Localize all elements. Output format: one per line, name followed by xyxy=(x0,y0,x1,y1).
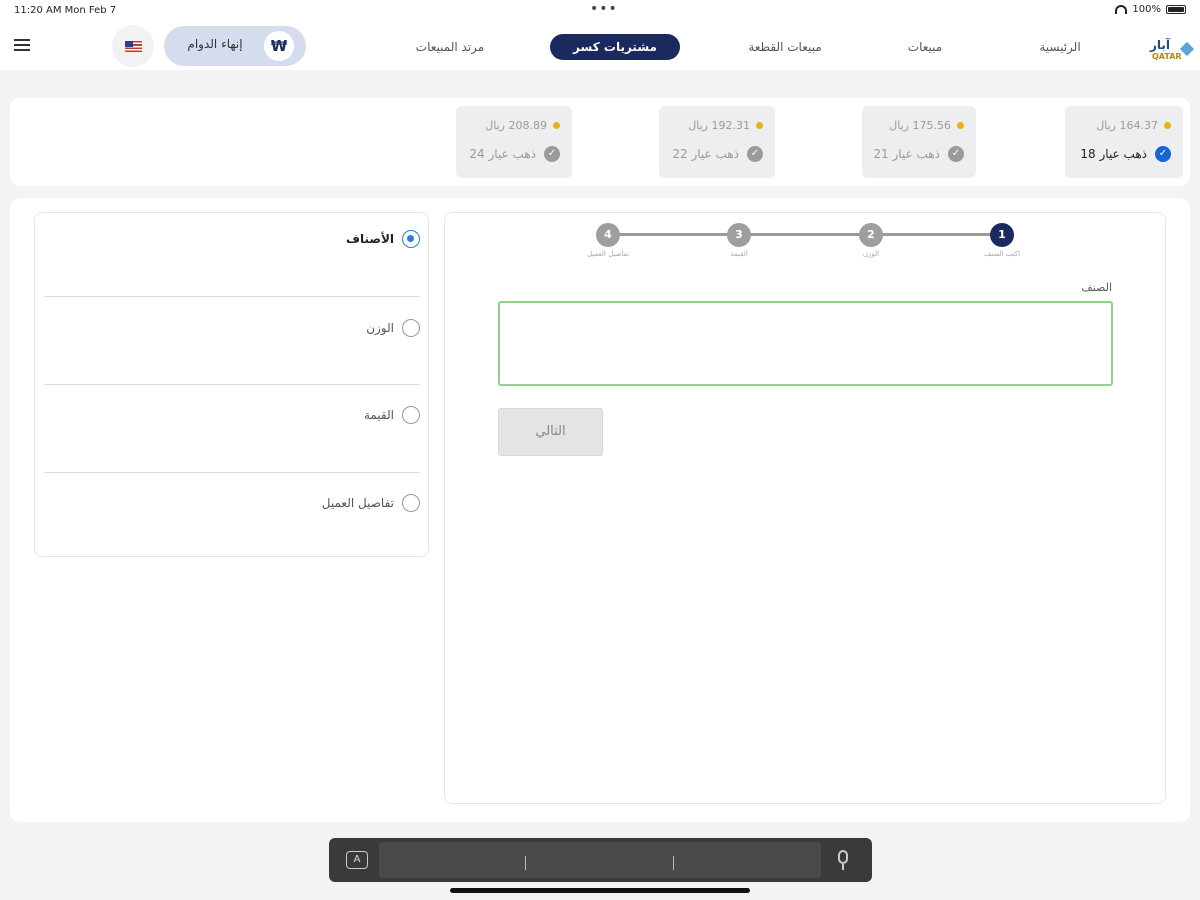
diamond-icon xyxy=(1179,41,1195,57)
price-value: 208.89 ريال xyxy=(485,119,547,132)
option-label: القيمة xyxy=(363,408,394,422)
option-label: الوزن xyxy=(366,321,394,335)
check-circle-icon: ✓ xyxy=(1155,146,1171,162)
option-value[interactable]: القيمة xyxy=(44,406,420,424)
step-4: 4 xyxy=(596,223,620,247)
stepper-line xyxy=(608,233,1002,236)
karat-label: ذهب عيار 24 xyxy=(469,147,536,161)
battery-percent: 100% xyxy=(1132,4,1161,15)
price-card-24k[interactable]: 208.89 ريال ✓ ذهب عيار 24 xyxy=(456,106,572,178)
check-circle-icon: ✓ xyxy=(747,146,763,162)
gold-prices-panel xyxy=(10,98,1190,186)
separator xyxy=(525,856,526,870)
home-indicator[interactable] xyxy=(450,888,750,893)
end-shift-button[interactable]: ₩ إنهاء الدوام xyxy=(164,26,306,66)
price-value: 164.37 ريال xyxy=(1096,119,1158,132)
shortcut-suggestions[interactable] xyxy=(379,842,821,878)
divider xyxy=(44,472,420,473)
nav-sales[interactable]: مبيعات xyxy=(890,34,960,60)
nav-sales-returns[interactable]: مرتد المبيعات xyxy=(405,34,495,60)
option-label: تفاصيل العميل xyxy=(321,496,394,510)
separator xyxy=(673,856,674,870)
multitask-dots[interactable]: ••• xyxy=(590,1,618,17)
step-label-3: القيمة xyxy=(730,250,748,258)
divider xyxy=(44,296,420,297)
logo-text: آبار xyxy=(1150,38,1171,52)
end-shift-label: إنهاء الدوام xyxy=(187,37,243,51)
logo-subtext: QATAR xyxy=(1152,52,1182,61)
karat-label: ذهب عيار 22 xyxy=(672,147,739,161)
next-button[interactable]: التالي xyxy=(498,408,603,456)
language-button[interactable] xyxy=(112,25,154,67)
option-customer-details[interactable]: تفاصيل العميل xyxy=(44,494,420,512)
microphone-icon[interactable] xyxy=(838,850,848,864)
gold-dot-icon xyxy=(1164,122,1171,129)
step-label-1: اكتب الصنف xyxy=(984,250,1020,258)
karat-label: ذهب عيار 18 xyxy=(1080,147,1147,161)
gold-dot-icon xyxy=(756,122,763,129)
nav-home[interactable]: الرئيسية xyxy=(1025,34,1095,60)
divider xyxy=(44,384,420,385)
step-1: 1 xyxy=(990,223,1014,247)
gold-dot-icon xyxy=(957,122,964,129)
app-logo: آبار QATAR xyxy=(1148,30,1198,64)
radio-icon xyxy=(402,406,420,424)
app-header: ₩ إنهاء الدوام مرتد المبيعات مشتريات كسر… xyxy=(0,22,1200,70)
wifi-icon xyxy=(1115,5,1128,14)
check-circle-icon: ✓ xyxy=(544,146,560,162)
battery-icon xyxy=(1166,5,1186,14)
keyboard-shortcut-bar xyxy=(329,838,872,882)
radio-icon xyxy=(402,494,420,512)
check-circle-icon: ✓ xyxy=(948,146,964,162)
gold-dot-icon xyxy=(553,122,560,129)
item-input[interactable] xyxy=(498,301,1113,386)
option-items[interactable]: الأصناف xyxy=(44,230,420,248)
nav-scrap-purchases[interactable]: مشتريات كسر xyxy=(550,34,680,60)
status-bar: 11:20 AM Mon Feb 7 ••• 100% xyxy=(0,0,1200,22)
price-value: 175.56 ريال xyxy=(889,119,951,132)
price-value: 192.31 ريال xyxy=(688,119,750,132)
keyboard-icon[interactable]: A xyxy=(346,851,368,869)
step-label-4: تفاصيل العميل xyxy=(586,250,630,258)
item-field-label: الصنف xyxy=(1081,281,1112,294)
microphone-stand xyxy=(842,864,844,870)
us-flag-icon xyxy=(124,40,142,52)
status-right: 100% xyxy=(1115,4,1186,15)
radio-selected-icon xyxy=(402,230,420,248)
nav-piece-sales[interactable]: مبيعات القطعة xyxy=(735,34,835,60)
shift-icon: ₩ xyxy=(264,31,294,61)
option-label: الأصناف xyxy=(346,232,394,246)
price-card-22k[interactable]: 192.31 ريال ✓ ذهب عيار 22 xyxy=(659,106,775,178)
radio-icon xyxy=(402,319,420,337)
step-2: 2 xyxy=(859,223,883,247)
price-card-21k[interactable]: 175.56 ريال ✓ ذهب عيار 21 xyxy=(862,106,976,178)
option-weight[interactable]: الوزن xyxy=(44,319,420,337)
price-card-18k[interactable]: 164.37 ريال ✓ ذهب عيار 18 xyxy=(1065,106,1183,178)
hamburger-icon[interactable] xyxy=(14,39,30,51)
step-label-2: الوزن xyxy=(862,250,880,258)
step-3: 3 xyxy=(727,223,751,247)
status-time: 11:20 AM Mon Feb 7 xyxy=(14,5,117,16)
karat-label: ذهب عيار 21 xyxy=(873,147,940,161)
